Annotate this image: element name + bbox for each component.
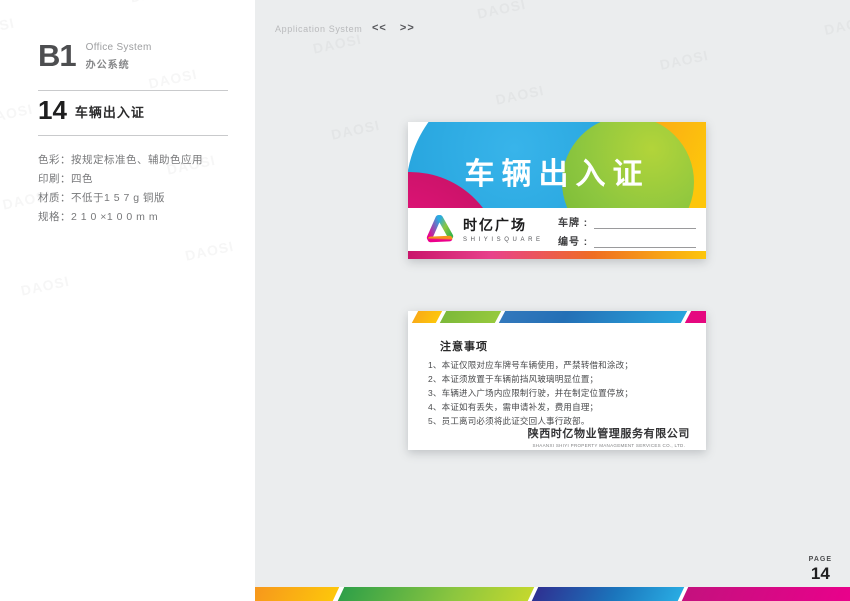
spec-size: 规格：2 1 0 ×1 0 0 m m: [38, 211, 159, 223]
item-title: 车辆出入证: [74, 105, 145, 120]
item-number: 14: [38, 95, 67, 125]
page-label: PAGE: [808, 556, 832, 563]
footer-segment-green: [337, 587, 535, 601]
page-nav: << >>: [372, 22, 425, 34]
notice-list: 1、本证仅限对应车牌号车辆使用，严禁转借和涂改； 2、本证须放置于车辆前挡风玻璃…: [428, 358, 633, 428]
stripe-segment-blue: [498, 311, 688, 323]
left-panel: B1 Office System 办公系统 14 车辆出入证 色彩：按规定标准色…: [0, 0, 255, 601]
vi-manual-page: B1 Office System 办公系统 14 车辆出入证 色彩：按规定标准色…: [0, 0, 850, 601]
plate-blank-line: [594, 215, 697, 229]
spec-material: 材质：不低于1 5 7 g 铜版: [38, 192, 166, 204]
stripe-segment-magenta: [684, 311, 706, 323]
nav-next-icon[interactable]: >>: [400, 22, 415, 34]
notice-item: 4、本证如有丢失，需申请补发，费用自理；: [428, 402, 599, 412]
pass-title: 车辆出入证: [464, 158, 650, 191]
logo-texts: 时亿广场 SHIYISQUARE: [463, 215, 544, 243]
divider: [38, 135, 228, 136]
page-value: 14: [810, 564, 830, 583]
field-plate: 车牌 :: [558, 213, 697, 229]
footer-segment-orange: [255, 587, 340, 601]
pass-front-body: 时亿广场 SHIYISQUARE 车牌 : 编号 :: [408, 208, 706, 251]
watermark-text: DAOSI: [658, 47, 710, 73]
pass-front-bottom-stripe: [408, 251, 706, 259]
pass-back-top-stripe: [408, 311, 706, 323]
stripe-segment-yellow: [411, 311, 443, 323]
pass-back-body: 注意事项 1、本证仅限对应车牌号车辆使用，严禁转借和涂改； 2、本证须放置于车辆…: [408, 323, 706, 450]
logo-triangle-icon: [426, 215, 454, 243]
footer-segment-magenta: [681, 587, 850, 601]
spec-color: 色彩：按规定标准色、辅助色应用: [38, 154, 203, 166]
company-name-en: SHAANXI SHIYI PROPERTY MANAGEMENT SERVIC…: [532, 443, 686, 448]
notice-item: 2、本证须放置于车辆前挡风玻璃明显位置；: [428, 374, 599, 384]
company-name-zh: 陕西时亿物业管理服务有限公司: [527, 428, 690, 440]
item-header: 14 车辆出入证: [38, 97, 145, 123]
footer-segment-blue: [531, 587, 685, 601]
section-code: B1: [38, 38, 77, 73]
vehicle-pass-front: 车辆出入证 时亿广场 SHIYISQUARE 车牌: 编号:: [408, 122, 706, 259]
section-title-zh: 办公系统: [85, 60, 130, 71]
logo-name-zh: 时亿广场: [463, 217, 527, 233]
section-header: B1 Office System 办公系统: [38, 40, 152, 71]
pass-fields: 车牌 : 编号 :: [558, 213, 697, 251]
spec-list: 色彩：按规定标准色、辅助色应用 印刷：四色 材质：不低于1 5 7 g 铜版 规…: [38, 151, 203, 227]
watermark-text: DAOSI: [475, 0, 528, 22]
number-blank-line: [594, 234, 697, 248]
notice-item: 1、本证仅限对应车牌号车辆使用，严禁转借和涂改；: [428, 360, 634, 370]
vehicle-pass-back: 注意事项 1、本证仅限对应车牌号车辆使用，严禁转借和涂改； 2、本证须放置于车辆…: [408, 311, 706, 450]
section-title-en: Office System: [85, 42, 152, 53]
divider: [38, 90, 228, 91]
notice-title: 注意事项: [440, 341, 488, 353]
nav-prev-icon[interactable]: <<: [372, 22, 387, 34]
shiyi-square-logo: 时亿广场 SHIYISQUARE: [424, 213, 544, 245]
field-number: 编号 :: [558, 232, 697, 248]
application-system-label: Application System: [275, 24, 363, 34]
watermark-text: DAOSI: [494, 81, 546, 108]
stripe-segment-green: [439, 311, 502, 323]
pass-front-header: 车辆出入证: [408, 122, 706, 208]
logo-name-en: SHIYISQUARE: [463, 237, 544, 243]
plate-label: 车牌 :: [558, 218, 589, 229]
section-titles: Office System 办公系统: [86, 42, 152, 71]
footer-rainbow-stripe: [255, 587, 850, 601]
number-label: 编号 :: [558, 237, 589, 248]
page-number-block: PAGE 14: [809, 556, 832, 584]
company-signature: 陕西时亿物业管理服务有限公司 SHAANXI SHIYI PROPERTY MA…: [528, 425, 690, 448]
notice-item: 3、车辆进入广场内应限制行驶，并在制定位置停放；: [428, 388, 634, 398]
spec-printing: 印刷：四色: [38, 173, 93, 185]
watermark-text: DAOSI: [822, 12, 850, 39]
